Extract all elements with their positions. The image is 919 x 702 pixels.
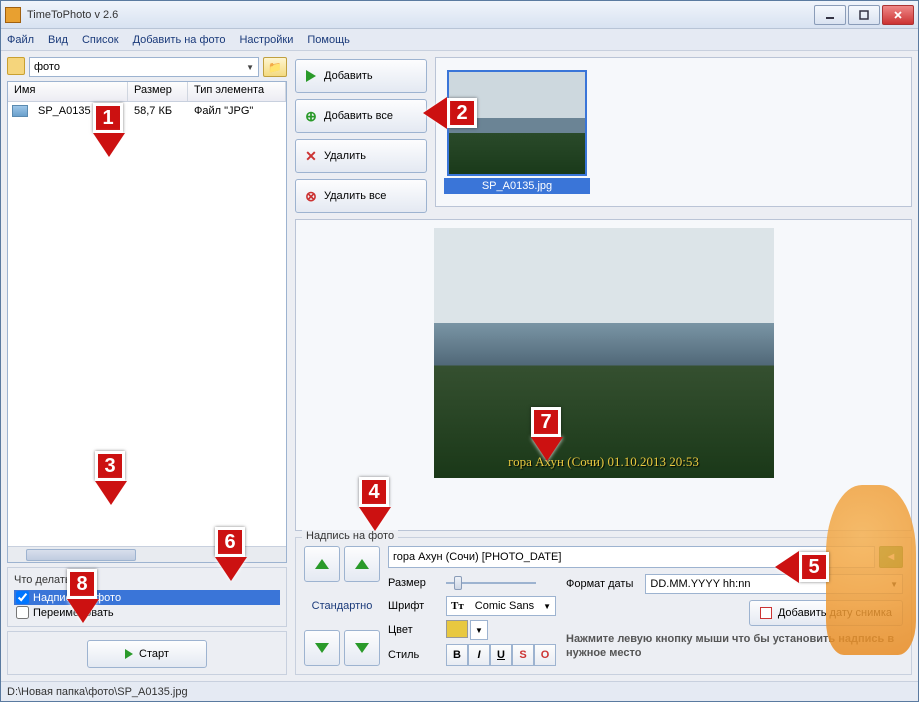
menu-settings[interactable]: Настройки [239, 34, 293, 46]
color-swatch[interactable] [446, 620, 468, 638]
add-button[interactable]: Добавить [295, 59, 427, 93]
file-list: Имя Размер Тип элемента SP_A0135 58,7 КБ… [7, 81, 287, 563]
folder-icon [7, 57, 25, 75]
triangle-down-icon [315, 643, 329, 653]
italic-button[interactable]: I [468, 644, 490, 666]
triangle-down-icon [355, 643, 369, 653]
thumbnail-image [447, 70, 587, 176]
close-button[interactable] [882, 5, 914, 25]
size-label: Размер [388, 577, 438, 589]
file-type: Файл "JPG" [188, 104, 259, 118]
add-all-button[interactable]: ⊕ Добавить все [295, 99, 427, 133]
titlebar: TimeToPhoto v 2.6 [1, 1, 918, 29]
file-row[interactable]: SP_A0135 58,7 КБ Файл "JPG" [8, 102, 286, 120]
font-label: Шрифт [388, 600, 438, 612]
action-legend: Что делать: [14, 574, 280, 586]
menu-view[interactable]: Вид [48, 34, 68, 46]
outline-button[interactable]: O [534, 644, 556, 666]
triangle-up-icon [355, 559, 369, 569]
option-rename-checkbox[interactable] [16, 606, 29, 619]
caption-settings-panel: Надпись на фото Стандартно ◄ [295, 537, 912, 675]
statusbar: D:\Новая папка\фото\SP_A0135.jpg [1, 681, 918, 701]
add-all-icon: ⊕ [304, 109, 318, 123]
strike-button[interactable]: S [512, 644, 534, 666]
dateformat-label: Формат даты [566, 578, 633, 590]
bold-button[interactable]: B [446, 644, 468, 666]
app-window: TimeToPhoto v 2.6 Файл Вид Список Добави… [0, 0, 919, 702]
col-size[interactable]: Размер [128, 82, 188, 101]
nudge-up-1[interactable] [304, 546, 340, 582]
thumbnail-strip: SP_A0135.jpg [435, 57, 912, 207]
menubar: Файл Вид Список Добавить на фото Настрой… [1, 29, 918, 51]
underline-button[interactable]: U [490, 644, 512, 666]
folder-up-button[interactable]: 📁 [263, 57, 287, 77]
mascot-image [826, 485, 916, 655]
file-size: 58,7 КБ [128, 104, 188, 118]
option-rename[interactable]: Переименовать [14, 605, 280, 620]
x-icon: ✕ [304, 149, 318, 163]
thumbnail-item[interactable]: SP_A0135.jpg [444, 70, 590, 194]
col-type[interactable]: Тип элемента [188, 82, 286, 101]
nudge-down-1[interactable] [304, 630, 340, 666]
menu-file[interactable]: Файл [7, 34, 34, 46]
action-panel: Что делать: Надпись на фото Переименоват… [7, 567, 287, 627]
folder-combo-value: фото [34, 61, 60, 73]
col-name[interactable]: Имя [8, 82, 128, 101]
file-name: SP_A0135 [32, 104, 128, 118]
style-label: Стиль [388, 649, 438, 661]
slider-handle[interactable] [454, 576, 462, 590]
calendar-icon [760, 607, 772, 619]
option-caption[interactable]: Надпись на фото [14, 590, 280, 605]
font-combo[interactable]: Tт Comic Sans ▼ [446, 596, 556, 616]
window-title: TimeToPhoto v 2.6 [27, 9, 814, 21]
thumbnail-label: SP_A0135.jpg [444, 178, 590, 194]
option-caption-checkbox[interactable] [16, 591, 29, 604]
chevron-down-icon: ▼ [246, 63, 254, 72]
delete-button[interactable]: ✕ Удалить [295, 139, 427, 173]
horizontal-scrollbar[interactable] [8, 546, 286, 562]
standard-link[interactable]: Стандартно [304, 600, 380, 612]
preview-caption: гора Ахун (Сочи) 01.10.2013 20:53 [434, 454, 774, 470]
size-slider[interactable] [446, 574, 536, 592]
start-button[interactable]: Старт [87, 640, 207, 668]
menu-help[interactable]: Помощь [307, 34, 350, 46]
menu-add[interactable]: Добавить на фото [133, 34, 226, 46]
arrow-right-icon [306, 70, 316, 82]
preview-image: гора Ахун (Сочи) 01.10.2013 20:53 [434, 228, 774, 478]
delete-all-button[interactable]: ⊗ Удалить все [295, 179, 427, 213]
color-label: Цвет [388, 624, 438, 636]
nudge-up-2[interactable] [344, 546, 380, 582]
preview-panel[interactable]: гора Ахун (Сочи) 01.10.2013 20:53 [295, 219, 912, 531]
statusbar-path: D:\Новая папка\фото\SP_A0135.jpg [7, 686, 188, 698]
caption-text-input[interactable] [388, 546, 875, 568]
menu-list[interactable]: Список [82, 34, 119, 46]
app-icon [5, 7, 21, 23]
caption-settings-legend: Надпись на фото [302, 530, 398, 542]
minimize-button[interactable] [814, 5, 846, 25]
image-file-icon [12, 105, 28, 117]
file-list-header: Имя Размер Тип элемента [8, 82, 286, 102]
color-combo[interactable]: ▼ [470, 620, 488, 640]
x-all-icon: ⊗ [304, 189, 318, 203]
play-icon [125, 649, 133, 659]
maximize-button[interactable] [848, 5, 880, 25]
nudge-down-2[interactable] [344, 630, 380, 666]
folder-up-icon: 📁 [268, 61, 282, 74]
folder-combo[interactable]: фото ▼ [29, 57, 259, 77]
triangle-up-icon [315, 559, 329, 569]
chevron-down-icon: ▼ [543, 602, 551, 611]
